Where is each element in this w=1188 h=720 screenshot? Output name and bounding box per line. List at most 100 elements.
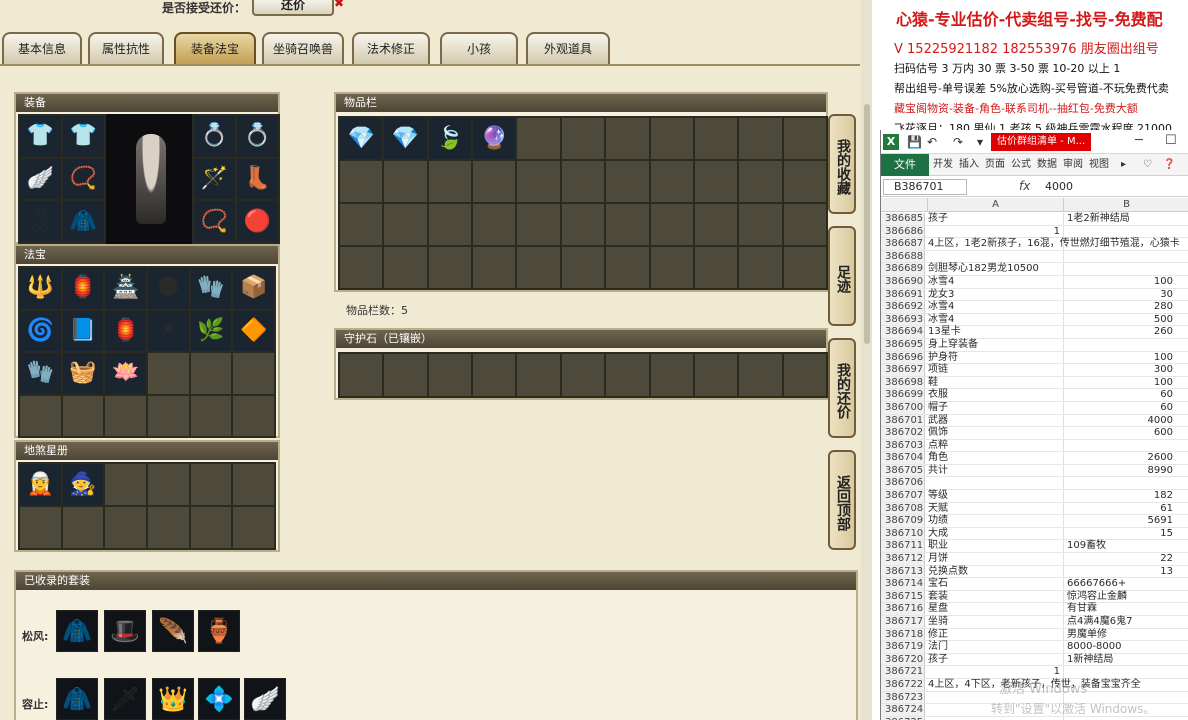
empty-slot[interactable]	[340, 247, 383, 288]
cell-b[interactable]: 1老2新神结局	[1065, 213, 1175, 226]
item-slot[interactable]: 💎	[384, 118, 427, 159]
empty-slot[interactable]	[517, 161, 560, 202]
cell-a[interactable]: 宝石	[927, 578, 1063, 591]
cell-a[interactable]: 护身符	[927, 352, 1063, 365]
ribbon-tab[interactable]: 插入	[959, 154, 979, 176]
empty-slot[interactable]	[384, 354, 427, 396]
row-number[interactable]: 386697	[881, 364, 925, 376]
fx-icon[interactable]: fx	[1019, 179, 1030, 193]
cell-a[interactable]: 4上区，1老2新孩子，16混，传世燃灯细节殖混，心猿卡	[927, 238, 1180, 251]
row-number[interactable]: 386716	[881, 603, 925, 615]
ribbon-more-icon[interactable]: ▸	[1121, 154, 1126, 176]
empty-slot[interactable]	[783, 247, 826, 288]
item-slot[interactable]: 🏯	[105, 268, 146, 309]
empty-slot[interactable]	[20, 507, 61, 548]
row-number[interactable]: 386694	[881, 326, 925, 338]
row-number[interactable]: 386713	[881, 565, 925, 578]
cell-b[interactable]: 100	[1065, 276, 1175, 289]
empty-slot[interactable]	[561, 204, 605, 245]
empty-slot[interactable]	[517, 247, 560, 288]
item-slot[interactable]: 🧺	[62, 353, 104, 394]
empty-slot[interactable]	[233, 353, 274, 394]
cell-b[interactable]: 61	[1065, 503, 1175, 516]
cell-a[interactable]: 身上穿装备	[927, 339, 1063, 352]
item-slot[interactable]: 🎗	[20, 201, 61, 242]
empty-slot[interactable]	[233, 464, 274, 505]
cell-a[interactable]: 冰雪4	[927, 276, 1063, 289]
column-header-a[interactable]: A	[927, 198, 1063, 212]
empty-slot[interactable]	[739, 161, 782, 202]
empty-slot[interactable]	[606, 247, 649, 288]
empty-slot[interactable]	[105, 395, 146, 436]
cell-b[interactable]: 300	[1065, 364, 1175, 377]
row-number[interactable]: 386701	[881, 414, 925, 427]
empty-slot[interactable]	[650, 247, 693, 288]
row-number[interactable]: 386714	[881, 578, 925, 590]
tab-spell-correction[interactable]: 法术修正	[352, 32, 430, 64]
empty-slot[interactable]	[105, 507, 146, 548]
ribbon-tab[interactable]: 审阅	[1063, 154, 1083, 176]
empty-slot[interactable]	[650, 118, 693, 159]
cell-a[interactable]: 星盘	[927, 603, 1063, 616]
item-slot[interactable]: 🧤	[20, 353, 61, 394]
empty-slot[interactable]	[739, 247, 782, 288]
cell-b[interactable]: 有甘霖	[1065, 603, 1175, 616]
item-slot[interactable]: 🌿	[190, 310, 232, 351]
empty-slot[interactable]	[428, 204, 472, 245]
item-slot[interactable]: 🪷	[105, 353, 146, 394]
set-songfeng-item[interactable]: 🏺	[198, 610, 240, 652]
cell-b[interactable]: 66667666+	[1065, 578, 1175, 591]
cell-b[interactable]: 100	[1065, 377, 1175, 390]
cell-a[interactable]: 法门	[927, 641, 1063, 654]
item-slot[interactable]: 📿	[194, 201, 235, 242]
empty-slot[interactable]	[606, 118, 649, 159]
cell-b[interactable]: 8990	[1065, 465, 1175, 478]
cell-a[interactable]: 龙女3	[927, 289, 1063, 302]
empty-slot[interactable]	[650, 354, 693, 396]
cell-b[interactable]: 182	[1065, 490, 1175, 503]
item-slot[interactable]: 🔱	[20, 268, 61, 309]
cell-b[interactable]: 13	[1065, 566, 1175, 579]
ribbon-tab[interactable]: 开发	[933, 154, 953, 176]
empty-slot[interactable]	[783, 161, 826, 202]
empty-slot[interactable]	[190, 507, 232, 548]
cell-a[interactable]: 佩饰	[927, 427, 1063, 440]
empty-slot[interactable]	[62, 395, 104, 436]
empty-slot[interactable]	[105, 464, 146, 505]
cell-a[interactable]: 冰雪4	[927, 314, 1063, 327]
cell-a[interactable]: 等级	[927, 490, 1063, 503]
empty-slot[interactable]	[20, 395, 61, 436]
help-icon[interactable]: ❓	[1163, 154, 1175, 176]
cell-b[interactable]: 260	[1065, 326, 1175, 339]
tab-basic-info[interactable]: 基本信息	[2, 32, 82, 64]
empty-slot[interactable]	[148, 353, 189, 394]
tab-attributes[interactable]: 属性抗性	[88, 32, 164, 64]
page-scrollbar[interactable]	[862, 0, 872, 720]
empty-slot[interactable]	[694, 204, 738, 245]
cell-b[interactable]: 8000-8000	[1065, 641, 1175, 654]
row-number[interactable]: 386707	[881, 490, 925, 502]
cell-a[interactable]: 冰雪4	[927, 301, 1063, 314]
cell-a[interactable]: 套装	[927, 591, 1063, 604]
cell-a[interactable]: 孩子	[927, 213, 1063, 226]
empty-slot[interactable]	[148, 464, 189, 505]
save-icon[interactable]: 💾	[907, 135, 922, 149]
row-number[interactable]: 386699	[881, 389, 925, 401]
item-slot[interactable]: 🧥	[63, 201, 104, 242]
item-slot[interactable]: 📘	[62, 310, 104, 351]
empty-slot[interactable]	[650, 204, 693, 245]
cell-a[interactable]: 兑换点数	[927, 566, 1063, 579]
item-slot[interactable]: 🍃	[428, 118, 472, 159]
item-slot[interactable]: 👕	[63, 116, 104, 157]
empty-slot[interactable]	[190, 464, 232, 505]
cell-b[interactable]: 500	[1065, 314, 1175, 327]
item-slot[interactable]: 💍	[237, 116, 278, 157]
item-slot[interactable]: 💍	[194, 116, 235, 157]
cell-b[interactable]: 点4满4魔6鬼7	[1065, 616, 1175, 629]
empty-slot[interactable]	[694, 354, 738, 396]
set-songfeng-item[interactable]: 🪶	[152, 610, 194, 652]
my-favorites-button[interactable]: 我的收藏	[828, 114, 856, 214]
cell-b[interactable]: 惊鸿容止金麟	[1065, 591, 1175, 604]
row-number[interactable]: 386691	[881, 288, 925, 301]
row-number[interactable]: 386718	[881, 628, 925, 641]
